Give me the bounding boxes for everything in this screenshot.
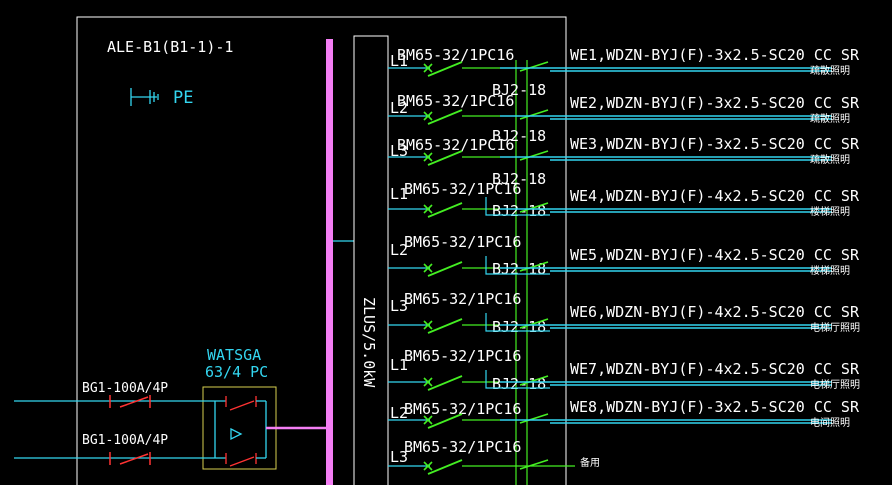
contact <box>519 413 549 424</box>
ats-rating: 63/4 PC <box>205 363 268 381</box>
load-label: 疏散照明 <box>810 153 850 166</box>
cable-spec: WE8,WDZN-BYJ(F)-3x2.5-SC20 CC SR <box>570 398 860 416</box>
ats-contacts <box>205 396 326 467</box>
breaker-contact <box>427 318 463 334</box>
bj-label: BJ2-18 <box>492 375 546 393</box>
panel-title: ALE-B1(B1-1)-1 <box>107 38 233 56</box>
breaker-label: BM65-32/1PC16 <box>404 347 521 365</box>
cable-spec: WE4,WDZN-BYJ(F)-4x2.5-SC20 CC SR <box>570 187 860 205</box>
cable-spec: WE3,WDZN-BYJ(F)-3x2.5-SC20 CC SR <box>570 135 860 153</box>
contact <box>519 61 549 72</box>
cable-spec: WE1,WDZN-BYJ(F)-3x2.5-SC20 CC SR <box>570 46 860 64</box>
circuit-5: L2BM65-32/1PC16BJ2-18WE5,WDZN-BYJ(F)-4x2… <box>388 233 860 278</box>
breaker-contact <box>427 61 463 77</box>
breaker-label: BM65-32/1PC16 <box>404 233 521 251</box>
bj-label: BJ2-18 <box>492 202 546 220</box>
zlus-box <box>353 35 389 485</box>
load-label: 楼梯照明 <box>810 264 850 277</box>
breaker-contact <box>427 375 463 391</box>
breaker-label: BM65-32/1PC16 <box>404 400 521 418</box>
breaker-label: BM65-32/1PC16 <box>404 438 521 456</box>
cable-spec: WE7,WDZN-BYJ(F)-4x2.5-SC20 CC SR <box>570 360 860 378</box>
breaker-label: BM65-32/1PC16 <box>397 92 514 110</box>
bj-label: BJ2-18 <box>492 260 546 278</box>
ats-box <box>202 386 277 470</box>
incoming-breaker-label: BG1-100A/4P <box>82 381 168 396</box>
circuit-9: L3BM65-32/1PC16备用 <box>388 438 600 475</box>
breaker-contact <box>427 109 463 125</box>
circuit-4: L1BM65-32/1PC16BJ2-18WE4,WDZN-BYJ(F)-4x2… <box>388 180 860 220</box>
breaker-label: BM65-32/1PC16 <box>404 180 521 198</box>
circuit-8: L2BM65-32/1PC16 WE8,WDZN-BYJ(F)-3x2.5-SC2… <box>388 398 860 429</box>
ats-model: WATSGA <box>207 346 261 364</box>
contact <box>519 109 549 120</box>
load-label: 电梯厅照明 <box>810 321 860 334</box>
load-label: 备用 <box>580 456 600 469</box>
load-label: 电间照明 <box>810 416 850 429</box>
bj-label: BJ2-18 <box>492 318 546 336</box>
circuit-6: L3BM65-32/1PC16BJ2-18WE6,WDZN-BYJ(F)-4x2… <box>388 290 860 336</box>
distribution-diagram: ALE-B1(B1-1)-1 PE WATSGA 63/4 PC BG1-100… <box>14 16 860 485</box>
breaker-contact <box>427 459 463 475</box>
incoming-breaker-label: BG1-100A/4P <box>82 433 168 448</box>
breaker-label: BM65-32/1PC16 <box>397 136 514 154</box>
bus-label: ZLUS/5.0kW <box>360 297 378 388</box>
main-busbar <box>326 39 333 485</box>
load-label: 楼梯照明 <box>810 205 850 218</box>
contact <box>519 459 549 470</box>
breaker-contact <box>427 261 463 277</box>
breaker-label: BM65-32/1PC16 <box>404 290 521 308</box>
load-label: 电梯厅照明 <box>810 378 860 391</box>
incoming-feeder-2: BG1-100A/4P <box>14 433 205 465</box>
cable-spec: WE5,WDZN-BYJ(F)-4x2.5-SC20 CC SR <box>570 246 860 264</box>
cable-spec: WE2,WDZN-BYJ(F)-3x2.5-SC20 CC SR <box>570 94 860 112</box>
breaker-label: BM65-32/1PC16 <box>397 46 514 64</box>
contact <box>519 150 549 161</box>
breaker-contact <box>427 202 463 218</box>
load-label: 疏散照明 <box>810 112 850 125</box>
cable-spec: WE6,WDZN-BYJ(F)-4x2.5-SC20 CC SR <box>570 303 860 321</box>
circuit-7: L1BM65-32/1PC16BJ2-18WE7,WDZN-BYJ(F)-4x2… <box>388 347 860 393</box>
load-label: 疏散照明 <box>810 64 850 77</box>
incoming-feeder-1: BG1-100A/4P <box>14 381 205 408</box>
pe-label: PE <box>173 88 193 108</box>
pe-ground-icon <box>130 88 159 106</box>
